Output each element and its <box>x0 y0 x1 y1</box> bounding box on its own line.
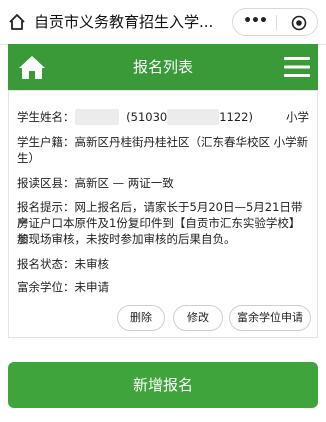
household-line-1: 学生户籍：高新区丹桂街丹桂社区（汇东春华校区 小学新 <box>17 135 309 149</box>
name-redaction <box>74 109 119 125</box>
add-registration-button[interactable]: 新增报名 <box>8 362 318 408</box>
menu-icon[interactable] <box>284 55 310 79</box>
page-header: 报名列表 <box>8 44 318 90</box>
apply-surplus-button[interactable]: 富余学位申请 <box>229 305 311 331</box>
mini-program-titlebar: 自贡市义务教育招生入学... ••• <box>0 0 326 45</box>
school-type: 小学 <box>286 110 309 124</box>
page-title: 报名列表 <box>132 58 193 76</box>
id-redaction <box>167 109 220 125</box>
student-id-close: 1122) <box>219 110 253 124</box>
delete-button[interactable]: 删除 <box>117 305 165 331</box>
student-name-label: 学生姓名： <box>17 110 75 124</box>
edit-button[interactable]: 修改 <box>173 305 223 331</box>
district-row: 报读区县：高新区 — 两证一致 <box>17 176 174 190</box>
home-outline-icon[interactable] <box>8 13 26 31</box>
surplus-row: 富余学位：未申请 <box>17 280 109 294</box>
window-title: 自贡市义务教育招生入学... <box>34 13 214 31</box>
capsule-menu: ••• <box>232 8 318 36</box>
student-name-row: 学生姓名： (51030 1122) 小学 <box>17 109 309 125</box>
capsule-divider <box>276 15 277 30</box>
student-id-open: (51030 <box>126 110 168 124</box>
notice-line-3: 加现场审核，未按时参加审核的后果自负。 <box>17 232 236 246</box>
more-dots-icon[interactable]: ••• <box>241 9 269 35</box>
status-row: 报名状态：未审核 <box>17 257 109 271</box>
household-line-2: 生） <box>17 151 40 165</box>
registration-card: 学生姓名： (51030 1122) 小学 学生户籍：高新区丹桂街丹桂社区（汇东… <box>8 90 318 338</box>
target-close-icon[interactable] <box>291 15 307 31</box>
